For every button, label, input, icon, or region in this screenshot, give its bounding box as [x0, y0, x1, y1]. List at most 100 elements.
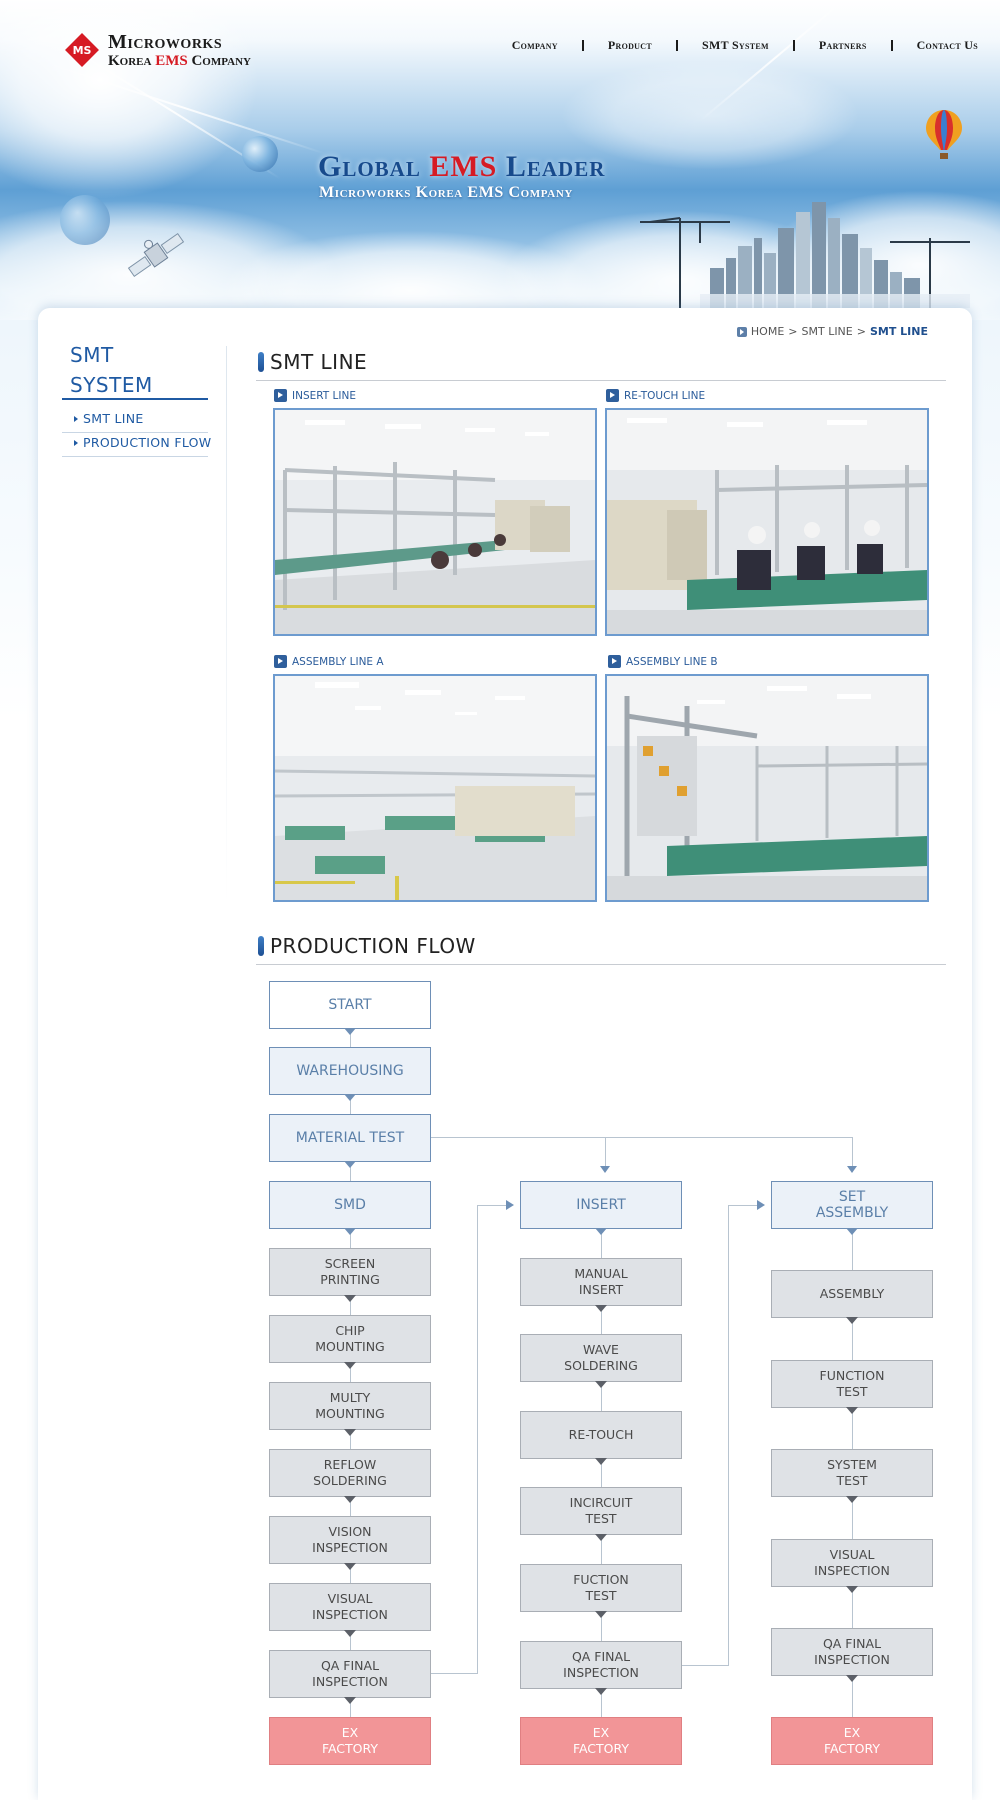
- flow-step-label: MATERIAL TEST: [295, 1130, 405, 1146]
- sidebar-item-label: PRODUCTION FLOW: [83, 435, 212, 450]
- logo-sub-prefix: Korea: [108, 52, 152, 69]
- flow-step-re-touch: RE-TOUCH: [520, 1411, 682, 1465]
- arrow-down-icon: [846, 1675, 858, 1682]
- arrow-down-icon: [344, 1362, 356, 1369]
- flow-step-visual-inspection: VISUAL INSPECTION: [771, 1539, 933, 1593]
- svg-text:MS: MS: [73, 44, 92, 57]
- arrow-down-icon: [344, 1630, 356, 1637]
- flow-step-label: MULTY MOUNTING: [315, 1390, 385, 1421]
- flow-step-wave-soldering: WAVE SOLDERING: [520, 1334, 682, 1388]
- globe-icon: [60, 195, 110, 245]
- arrow-down-icon: [344, 1094, 356, 1101]
- nav-product[interactable]: Product: [608, 38, 652, 53]
- breadcrumb-separator: >: [856, 325, 866, 338]
- logo-sub-suffix: Company: [191, 52, 251, 69]
- section-title-production-flow: PRODUCTION FLOW: [258, 934, 476, 958]
- header-banner: MS Microworks Korea EMS Company Company …: [0, 0, 1000, 320]
- flow-step-insert: INSERT: [520, 1181, 682, 1235]
- arrow-down-icon: [600, 1166, 610, 1173]
- flow-step-warehousing: WAREHOUSING: [269, 1047, 431, 1101]
- photo-caption-assembly-line-a: ASSEMBLY LINE A: [274, 655, 384, 668]
- nav-separator: [792, 40, 795, 51]
- nav-separator: [581, 40, 584, 51]
- flow-step-label: QA FINAL INSPECTION: [814, 1636, 890, 1667]
- sidebar-title-line2: SYSTEM: [70, 373, 153, 397]
- flow-step-function-test: FUNCTION TEST: [771, 1360, 933, 1414]
- flow-connector: [728, 1205, 758, 1206]
- arrow-down-icon: [595, 1228, 607, 1235]
- nav-company[interactable]: Company: [512, 38, 558, 53]
- breadcrumb-separator: >: [788, 325, 798, 338]
- sidebar-divider: [62, 456, 208, 457]
- breadcrumb-parent[interactable]: SMT LINE: [802, 325, 853, 338]
- logo-subtitle: Korea EMS Company: [108, 52, 251, 69]
- flow-step-label: EX FACTORY: [321, 1725, 379, 1756]
- flow-step-label: EX FACTORY: [823, 1725, 881, 1756]
- sidebar-title-line1: SMT: [70, 343, 114, 367]
- flow-step-label: FUCTION TEST: [573, 1572, 629, 1603]
- flow-step-label: ASSEMBLY: [819, 1286, 885, 1301]
- top-nav: Company Product SMT System Partners Cont…: [512, 38, 978, 53]
- hero-title: Global EMS Leader: [318, 150, 605, 184]
- flow-step-manual-insert: MANUAL INSERT: [520, 1258, 682, 1312]
- caption-text: RE-TOUCH LINE: [624, 389, 706, 402]
- flow-step-label: EX FACTORY: [572, 1725, 630, 1756]
- section-bar: [258, 352, 264, 372]
- section-rule: [256, 964, 946, 965]
- section-title-text: SMT LINE: [270, 350, 368, 374]
- nav-separator: [890, 40, 893, 51]
- flow-step-label: RE-TOUCH: [568, 1427, 634, 1442]
- arrow-down-icon: [344, 1161, 356, 1168]
- arrow-down-icon: [595, 1534, 607, 1541]
- flow-step-label: CHIP MOUNTING: [315, 1323, 385, 1354]
- flow-step-vision-inspection: VISION INSPECTION: [269, 1516, 431, 1570]
- flow-step-ex-factory: EX FACTORY: [520, 1717, 682, 1765]
- flow-connector: [605, 1137, 606, 1167]
- arrow-down-icon: [344, 1429, 356, 1436]
- sidebar-item-production-flow[interactable]: PRODUCTION FLOW: [74, 435, 211, 450]
- globe-icon: [242, 136, 278, 172]
- flow-step-label: FUNCTION TEST: [819, 1368, 885, 1399]
- flow-connector: [431, 1673, 477, 1674]
- hot-air-balloon-icon: [926, 110, 962, 159]
- arrow-down-icon: [344, 1697, 356, 1704]
- flow-step-material-test: MATERIAL TEST: [269, 1114, 431, 1168]
- satellite-icon: [127, 233, 185, 277]
- nav-partners[interactable]: Partners: [819, 38, 867, 53]
- flow-step-label: START: [328, 997, 372, 1013]
- caret-right-icon: [74, 439, 78, 446]
- flow-step-fuction-test: FUCTION TEST: [520, 1564, 682, 1618]
- logo-mark-icon: MS: [65, 33, 99, 67]
- hero-subtitle: Microworks Korea EMS Company: [319, 184, 573, 201]
- sidebar-item-smt-line[interactable]: SMT LINE: [74, 411, 144, 426]
- sidebar-title-underline: [62, 398, 208, 400]
- hero-title-prefix: Global: [318, 150, 421, 183]
- arrow-down-icon: [847, 1166, 857, 1173]
- flow-step-label: INSERT: [576, 1197, 626, 1213]
- nav-separator: [675, 40, 678, 51]
- nav-contact-us[interactable]: Contact Us: [917, 38, 978, 53]
- photo-caption-retouch-line: RE-TOUCH LINE: [606, 389, 705, 402]
- photo-insert-line: [273, 408, 597, 636]
- flow-step-qa-final-inspection: QA FINAL INSPECTION: [520, 1641, 682, 1695]
- arrow-down-icon: [595, 1688, 607, 1695]
- arrow-down-icon: [344, 1496, 356, 1503]
- arrow-down-icon: [344, 1028, 356, 1035]
- flow-step-label: SET ASSEMBLY: [815, 1189, 889, 1221]
- flow-step-smd: SMD: [269, 1181, 431, 1235]
- flow-step-incircuit-test: INCIRCUIT TEST: [520, 1487, 682, 1541]
- logo[interactable]: MS Microworks Korea EMS Company: [62, 30, 251, 70]
- flow-step-start: START: [269, 981, 431, 1035]
- caption-text: ASSEMBLY LINE A: [292, 655, 384, 668]
- arrow-down-icon: [846, 1317, 858, 1324]
- flow-step-label: REFLOW SOLDERING: [313, 1457, 387, 1488]
- flow-connector: [728, 1205, 729, 1666]
- flow-step-label: WAVE SOLDERING: [564, 1342, 638, 1373]
- city-skyline-illustration: [640, 202, 970, 308]
- flow-step-visual-inspection: VISUAL INSPECTION: [269, 1583, 431, 1637]
- flow-step-label: MANUAL INSERT: [574, 1266, 628, 1297]
- breadcrumb: HOME > SMT LINE > SMT LINE: [736, 325, 928, 338]
- caption-text: ASSEMBLY LINE B: [626, 655, 718, 668]
- breadcrumb-home[interactable]: HOME: [751, 325, 784, 338]
- nav-smt-system[interactable]: SMT System: [702, 38, 769, 53]
